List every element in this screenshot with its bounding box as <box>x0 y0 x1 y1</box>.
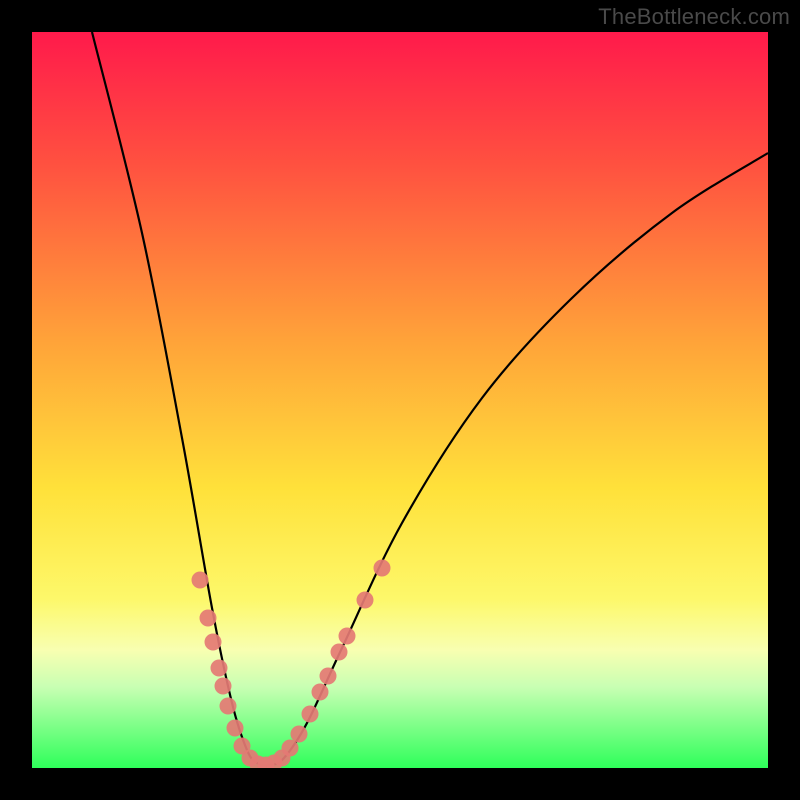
data-marker <box>312 684 329 701</box>
data-marker <box>215 678 232 695</box>
data-marker <box>282 740 299 757</box>
watermark-text: TheBottleneck.com <box>598 4 790 30</box>
data-marker <box>374 560 391 577</box>
data-marker <box>302 706 319 723</box>
data-marker <box>227 720 244 737</box>
curve-layer <box>92 32 768 765</box>
data-marker <box>220 698 237 715</box>
data-marker <box>291 726 308 743</box>
data-marker <box>192 572 209 589</box>
data-marker <box>205 634 222 651</box>
bottleneck-curve <box>92 32 768 765</box>
chart-frame: TheBottleneck.com <box>0 0 800 800</box>
plot-area <box>32 32 768 768</box>
data-marker <box>339 628 356 645</box>
data-marker <box>320 668 337 685</box>
data-marker <box>357 592 374 609</box>
data-marker <box>331 644 348 661</box>
marker-layer <box>192 560 391 769</box>
data-marker <box>211 660 228 677</box>
data-marker <box>200 610 217 627</box>
chart-svg <box>32 32 768 768</box>
